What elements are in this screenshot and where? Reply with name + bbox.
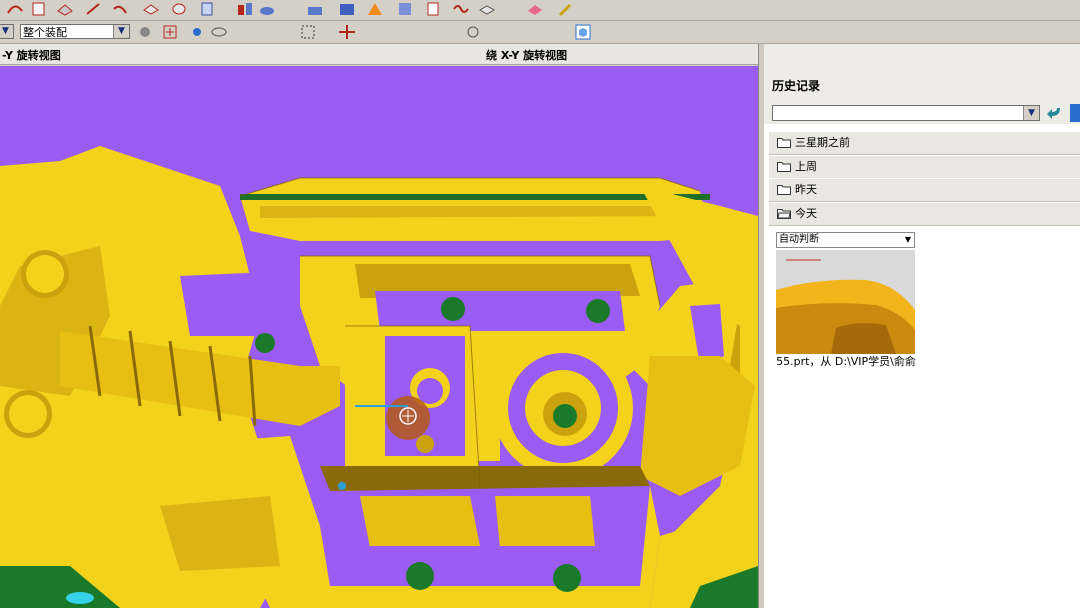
mold-icon[interactable] — [306, 1, 324, 17]
layer-icon[interactable] — [478, 1, 496, 17]
history-group-label: 上周 — [795, 160, 817, 173]
block-icon[interactable] — [142, 1, 160, 17]
folder-icon — [777, 138, 791, 148]
thumbnail-mode-select[interactable]: 自动判断 ▼ — [776, 232, 915, 248]
cube-view-icon[interactable] — [574, 24, 592, 40]
history-panel-header: 历史记录 ▼ — [764, 44, 1080, 124]
history-title: 历史记录 — [772, 79, 821, 93]
chevron-down-icon: ▼ — [1023, 106, 1039, 120]
history-item[interactable]: 自动判断 ▼ — [776, 232, 916, 354]
view-label-center: 绕 X-Y 旋转视图 — [486, 49, 568, 62]
graphics-viewport[interactable] — [0, 66, 758, 608]
history-filter-select[interactable]: ▼ — [772, 105, 1040, 121]
extrude-icon[interactable] — [56, 1, 74, 17]
view-label-left: -Y 旋转视图 — [2, 49, 61, 62]
cylinder-icon[interactable] — [170, 1, 188, 17]
thumbnail-mode-value: 自动判断 — [779, 234, 819, 245]
chevron-down-icon: ▼ — [113, 25, 129, 38]
circle-snap-icon[interactable] — [464, 24, 482, 40]
eraser-icon[interactable] — [526, 1, 544, 17]
filter-dropdown[interactable]: ▼ — [0, 24, 14, 39]
component-icon[interactable] — [258, 1, 276, 17]
move-icon[interactable] — [338, 24, 356, 40]
selection-toolbar: ▼ 整个装配 ▼ — [0, 21, 1080, 44]
wave-icon[interactable] — [452, 1, 470, 17]
assembly-scope-value: 整个装配 — [23, 26, 67, 39]
mold-model-render — [0, 146, 758, 608]
magic-icon[interactable] — [556, 1, 574, 17]
history-group-label: 今天 — [795, 207, 817, 220]
chevron-down-icon: ▼ — [904, 235, 911, 244]
slider-icon[interactable] — [396, 1, 414, 17]
history-group-last-week[interactable]: 上周 — [769, 155, 1080, 179]
snap-point-icon[interactable] — [162, 24, 180, 40]
folder-icon — [777, 185, 791, 195]
history-group-today[interactable]: 今天 — [769, 202, 1080, 226]
expand-icon[interactable] — [1070, 104, 1080, 122]
revolve-icon[interactable] — [84, 1, 102, 17]
history-group-label: 昨天 — [795, 183, 817, 196]
orbit-icon[interactable] — [210, 24, 228, 40]
rotate-icon[interactable] — [188, 24, 206, 40]
chevron-down-icon: ▼ — [0, 25, 13, 38]
open-folder-icon — [777, 209, 791, 219]
cone-icon[interactable] — [198, 1, 216, 17]
folder-icon — [777, 162, 791, 172]
cavity-icon[interactable] — [338, 1, 356, 17]
gear-icon[interactable] — [136, 24, 154, 40]
box-select-icon[interactable] — [300, 24, 318, 40]
assembly-icon[interactable] — [236, 1, 254, 17]
part-thumbnail — [776, 250, 915, 354]
curve-icon[interactable] — [6, 1, 24, 17]
history-group-yesterday[interactable]: 昨天 — [769, 178, 1080, 202]
history-item-caption: 55.prt，从 D:\VIP学员\俞俞 — [776, 355, 916, 368]
core-icon[interactable] — [366, 1, 384, 17]
assembly-scope-select[interactable]: 整个装配 ▼ — [20, 24, 130, 39]
back-arrow-icon[interactable] — [1046, 104, 1064, 122]
sketch-icon[interactable] — [30, 1, 48, 17]
main-toolbar — [0, 0, 1080, 21]
history-group-three-weeks[interactable]: 三星期之前 — [769, 131, 1080, 155]
document-icon[interactable] — [424, 1, 442, 17]
history-panel: 历史记录 ▼ 三星期之前 上周 昨天 今天 自动判断 ▼ 55.prt，从 D:… — [764, 44, 1080, 608]
history-group-label: 三星期之前 — [795, 136, 850, 149]
view-title-bar: -Y 旋转视图 绕 X-Y 旋转视图 — [0, 44, 760, 65]
sweep-icon[interactable] — [112, 1, 130, 17]
